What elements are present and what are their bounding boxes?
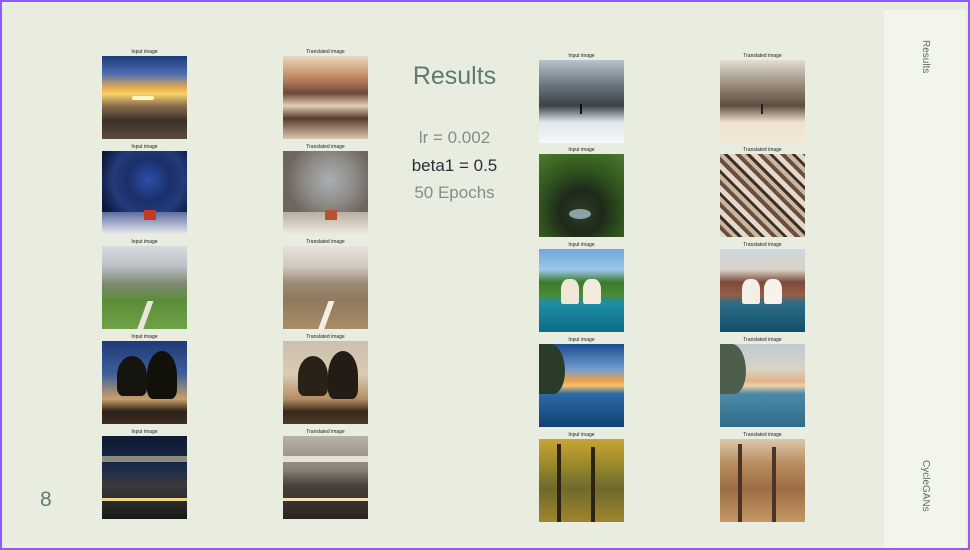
param-learning-rate: lr = 0.002 [418,128,491,147]
translated-image [720,344,805,427]
translated-caption: Translated image [306,429,345,435]
input-caption: Input image [568,432,595,438]
sidebar-label-cyclegans: CycleGANs [920,460,931,512]
landscape-image [102,246,187,329]
input-caption: Input image [131,49,158,55]
translated-caption: Translated image [306,49,345,55]
input-caption: Input image [131,429,158,435]
landscape-image [539,154,624,237]
translated-image [720,60,805,143]
translated-image [283,341,368,424]
slide-frame: Results CycleGANs Results lr = 0.002 bet… [0,0,970,550]
input-caption: Input image [568,242,595,248]
translated-caption: Translated image [306,239,345,245]
input-caption: Input image [568,53,595,59]
param-epochs: 50 Epochs [414,183,495,202]
page-number: 8 [40,488,52,511]
landscape-image [102,341,187,424]
result-input-panel: Input image [102,429,187,519]
result-translated-panel: Translated image [720,242,805,332]
translated-caption: Translated image [743,337,782,343]
landscape-image [102,56,187,139]
slide-title: Results [412,62,497,90]
translated-image [283,246,368,329]
translated-image [283,436,368,519]
landscape-image [102,151,187,234]
translated-caption: Translated image [743,53,782,59]
input-caption: Input image [131,239,158,245]
landscape-image [539,60,624,143]
input-caption: Input image [568,337,595,343]
input-caption: Input image [568,147,595,153]
result-input-panel: Input image [539,53,624,143]
result-translated-panel: Translated image [720,337,805,427]
result-input-panel: Input image [539,432,624,522]
translated-image [283,56,368,139]
result-input-panel: Input image [539,147,624,237]
result-translated-panel: Translated image [720,432,805,522]
sidebar-label-results: Results [920,40,931,74]
translated-image [720,439,805,522]
result-translated-panel: Translated image [720,147,805,237]
translated-caption: Translated image [306,144,345,150]
translated-image [720,154,805,237]
result-input-panel: Input image [102,334,187,424]
translated-caption: Translated image [743,432,782,438]
translated-image [720,249,805,332]
result-translated-panel: Translated image [720,53,805,143]
translated-caption: Translated image [743,147,782,153]
translated-caption: Translated image [743,242,782,248]
landscape-image [539,344,624,427]
landscape-image [102,436,187,519]
result-translated-panel: Translated image [283,429,368,519]
result-translated-panel: Translated image [283,49,368,139]
input-caption: Input image [131,334,158,340]
result-input-panel: Input image [102,144,187,234]
result-input-panel: Input image [539,337,624,427]
param-beta1: beta1 = 0.5 [411,156,498,175]
translated-caption: Translated image [306,334,345,340]
input-caption: Input image [131,144,158,150]
landscape-image [539,249,624,332]
landscape-image [539,439,624,522]
result-translated-panel: Translated image [283,144,368,234]
result-translated-panel: Translated image [283,334,368,424]
result-input-panel: Input image [102,49,187,139]
result-input-panel: Input image [539,242,624,332]
translated-image [283,151,368,234]
result-input-panel: Input image [102,239,187,329]
result-translated-panel: Translated image [283,239,368,329]
